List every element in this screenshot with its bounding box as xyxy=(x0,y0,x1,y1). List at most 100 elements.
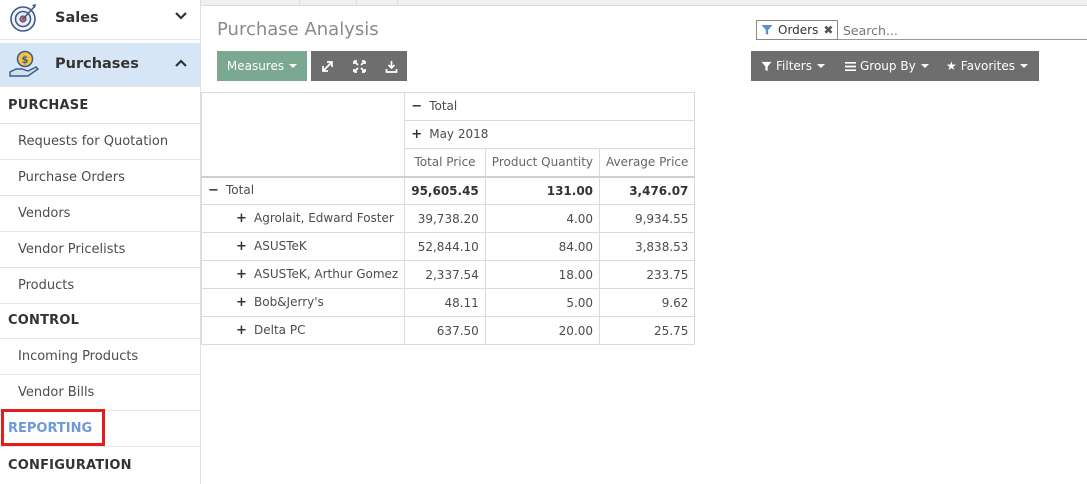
pivot-cell: 4.00 xyxy=(484,204,601,233)
menu-item-vendors[interactable]: Vendors xyxy=(18,206,70,221)
download-button[interactable] xyxy=(375,51,407,81)
menu-item-vendor-bills[interactable]: Vendor Bills xyxy=(18,385,94,400)
pivot-row-label: Delta PC xyxy=(254,323,306,337)
plus-icon: + xyxy=(411,127,423,142)
list-icon xyxy=(845,61,856,71)
pivot-cell: 2,337.54 xyxy=(404,260,486,289)
tab-divider xyxy=(299,0,300,6)
plus-icon: + xyxy=(236,295,247,310)
download-icon xyxy=(385,60,397,73)
pivot-cell: 637.50 xyxy=(404,316,486,345)
caret-down-icon xyxy=(816,64,825,68)
measure-header-total-price[interactable]: Total Price xyxy=(404,148,486,177)
menu-item-products[interactable]: Products xyxy=(18,278,74,293)
target-icon xyxy=(10,4,36,32)
pivot-row: + ASUSTeK 52,844.10 84.00 3,838.53 xyxy=(200,232,696,261)
section-purchase: PURCHASE xyxy=(8,98,89,113)
divider xyxy=(0,123,200,124)
chevron-up-icon[interactable] xyxy=(174,56,188,70)
remove-facet-icon[interactable]: ✖ xyxy=(823,23,833,37)
favorites-label: Favorites xyxy=(960,59,1015,73)
sidebar: Sales $ Purchases PURCHASE Requests for … xyxy=(0,0,201,484)
pivot-col-header-total[interactable]: − Total xyxy=(404,92,696,121)
page-title: Purchase Analysis xyxy=(217,19,379,40)
sidebar-app-purchases[interactable]: $ Purchases xyxy=(0,43,200,87)
pivot-row-header[interactable]: + Agrolait, Edward Foster xyxy=(200,204,406,233)
menu-item-purchase-orders[interactable]: Purchase Orders xyxy=(18,170,125,185)
pivot-cell: 48.11 xyxy=(404,288,486,317)
menu-item-vendor-pricelists[interactable]: Vendor Pricelists xyxy=(18,242,125,257)
menu-item-incoming-products[interactable]: Incoming Products xyxy=(18,349,138,364)
pivot-corner xyxy=(200,92,406,177)
pivot-cell: 25.75 xyxy=(599,316,696,345)
sidebar-app-label: Purchases xyxy=(55,56,139,72)
filters-label: Filters xyxy=(776,59,812,73)
section-configuration[interactable]: CONFIGURATION xyxy=(8,458,132,473)
measure-header-product-quantity[interactable]: Product Quantity xyxy=(484,148,601,177)
pivot-table: − Total + May 2018 Total Price Product Qua… xyxy=(200,92,696,345)
filter-icon xyxy=(761,61,772,71)
pivot-row-label: Bob&Jerry's xyxy=(254,295,324,309)
filter-icon xyxy=(761,25,773,35)
plus-icon: + xyxy=(236,239,247,254)
pivot-row-header[interactable]: + Bob&Jerry's xyxy=(200,288,406,317)
divider xyxy=(0,303,200,304)
flip-axis-button[interactable] xyxy=(311,51,343,81)
divider xyxy=(0,159,200,160)
pivot-cell: 52,844.10 xyxy=(404,232,486,261)
measures-button[interactable]: Measures xyxy=(217,51,307,81)
svg-text:$: $ xyxy=(22,55,29,66)
search-bar: Orders ✖ xyxy=(756,20,1087,40)
pivot-row: + Agrolait, Edward Foster 39,738.20 4.00 … xyxy=(200,204,696,233)
pivot-row-label: ASUSTeK, Arthur Gomez xyxy=(254,267,399,281)
pivot-row: + ASUSTeK, Arthur Gomez 2,337.54 18.00 23… xyxy=(200,260,696,289)
caret-down-icon xyxy=(1019,64,1028,68)
pivot-col-header-group[interactable]: + May 2018 xyxy=(404,120,696,149)
search-input[interactable] xyxy=(843,21,1083,39)
pivot-cell: 9.62 xyxy=(599,288,696,317)
group-by-button[interactable]: Group By xyxy=(845,51,929,81)
pivot-cell: 84.00 xyxy=(484,232,601,261)
menu-item-requests-for-quotation[interactable]: Requests for Quotation xyxy=(18,134,168,149)
pivot-row-header[interactable]: + ASUSTeK, Arthur Gomez xyxy=(200,260,406,289)
measure-header-average-price[interactable]: Average Price xyxy=(599,148,696,177)
pivot-cell: 20.00 xyxy=(484,316,601,345)
tab-divider xyxy=(397,0,398,6)
pivot-cell: 9,934.55 xyxy=(599,204,696,233)
expand-icon xyxy=(352,59,366,73)
pivot-row-header[interactable]: + ASUSTeK xyxy=(200,232,406,261)
pivot-cell: 5.00 xyxy=(484,288,601,317)
pivot-col-header-label: May 2018 xyxy=(429,127,489,141)
pivot-cell: 18.00 xyxy=(484,260,601,289)
pivot-row-header[interactable]: + Delta PC xyxy=(200,316,406,345)
pivot-cell: 39,738.20 xyxy=(404,204,486,233)
minus-icon: − xyxy=(208,183,219,199)
pivot-cell: 3,476.07 xyxy=(599,175,696,205)
pivot-row-header-total[interactable]: − Total xyxy=(200,175,406,205)
top-tab-strip xyxy=(201,0,1087,6)
divider xyxy=(0,231,200,232)
caret-down-icon xyxy=(920,64,929,68)
divider xyxy=(0,267,200,268)
filters-button[interactable]: Filters xyxy=(761,51,825,81)
pivot-row-label: Total xyxy=(226,183,255,198)
measures-button-label: Measures xyxy=(226,59,285,73)
chevron-down-icon[interactable] xyxy=(174,9,188,23)
pivot-row-label: ASUSTeK xyxy=(254,239,307,253)
sidebar-app-sales[interactable]: Sales xyxy=(0,0,200,40)
favorites-button[interactable]: ★ Favorites xyxy=(946,51,1028,81)
highlight-box xyxy=(1,409,105,446)
pivot-cell: 233.75 xyxy=(599,260,696,289)
pivot-row-label: Agrolait, Edward Foster xyxy=(254,211,394,225)
divider xyxy=(0,446,200,447)
plus-icon: + xyxy=(236,267,247,282)
section-control: CONTROL xyxy=(8,313,80,328)
search-facet[interactable]: Orders ✖ xyxy=(756,20,839,40)
pivot-cell: 131.00 xyxy=(484,175,601,205)
pivot-row: + Bob&Jerry's 48.11 5.00 9.62 xyxy=(200,288,696,317)
pivot-cell: 95,605.45 xyxy=(404,175,486,205)
search-options-group: Filters Group By ★ Favorites xyxy=(751,51,1039,81)
expand-all-button[interactable] xyxy=(343,51,375,81)
tab-divider xyxy=(356,0,357,6)
pivot-row: + Delta PC 637.50 20.00 25.75 xyxy=(200,316,696,345)
